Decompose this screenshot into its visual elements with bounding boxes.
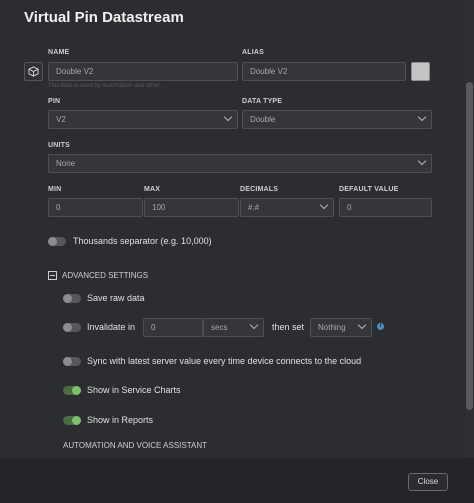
thousands-separator-toggle[interactable]: [48, 237, 66, 246]
cube-icon: [28, 66, 39, 77]
pin-label: PIN: [48, 98, 61, 105]
datastream-dialog: Virtual Pin Datastream NAME ALIAS Double…: [0, 0, 474, 503]
pin-select[interactable]: V2: [48, 110, 238, 129]
max-label: MAX: [144, 186, 161, 193]
dialog-footer: [0, 458, 474, 503]
datastream-icon-button[interactable]: [24, 62, 43, 81]
invalidate-toggle[interactable]: [63, 323, 81, 332]
units-label: UNITS: [48, 142, 70, 149]
automation-heading: AUTOMATION AND VOICE ASSISTANT: [63, 441, 208, 450]
save-raw-data-toggle[interactable]: [63, 294, 81, 303]
chevron-down-icon: [417, 112, 427, 122]
chevron-down-icon: [319, 200, 329, 210]
invalidate-unit-value: secs: [211, 323, 228, 332]
name-input[interactable]: Double V2: [48, 62, 238, 81]
toggle-knob: [72, 386, 81, 395]
alias-input[interactable]: Double V2: [242, 62, 406, 81]
decimals-select[interactable]: #.#: [240, 198, 334, 217]
name-label: NAME: [48, 49, 70, 56]
data-type-label: DATA TYPE: [242, 98, 283, 105]
service-charts-label: Show in Service Charts: [87, 385, 181, 395]
toggle-knob: [48, 237, 57, 246]
info-icon[interactable]: i: [377, 323, 384, 330]
chevron-down-icon: [417, 156, 427, 166]
toggle-knob: [63, 357, 72, 366]
default-value-input[interactable]: 0: [339, 198, 432, 217]
thousands-separator-label: Thousands separator (e.g. 10,000): [73, 236, 212, 246]
units-select-value: None: [56, 159, 76, 168]
then-set-label: then set: [272, 322, 305, 332]
chevron-down-icon: [223, 112, 233, 122]
min-label: MIN: [48, 186, 62, 193]
dialog-title: Virtual Pin Datastream: [24, 9, 184, 26]
then-set-select[interactable]: Nothing: [310, 318, 372, 337]
name-hint: This field is used by Automation and oth…: [48, 83, 167, 89]
chevron-down-icon: [357, 320, 367, 330]
alias-label: ALIAS: [242, 49, 264, 56]
close-button[interactable]: Close: [408, 473, 448, 491]
sync-label: Sync with latest server value every time…: [87, 356, 362, 366]
invalidate-seconds-input[interactable]: 0: [143, 318, 203, 337]
advanced-settings-heading[interactable]: ADVANCED SETTINGS: [62, 271, 148, 280]
data-type-select[interactable]: Double: [242, 110, 432, 129]
data-type-select-value: Double: [250, 115, 276, 124]
toggle-knob: [63, 294, 72, 303]
service-charts-toggle[interactable]: [63, 386, 81, 395]
then-set-value: Nothing: [318, 323, 346, 332]
max-input[interactable]: 100: [144, 198, 239, 217]
pin-select-value: V2: [56, 115, 66, 124]
scrollbar-thumb[interactable]: [466, 82, 473, 410]
collapse-icon[interactable]: [48, 271, 57, 280]
invalidate-label: Invalidate in: [87, 322, 136, 332]
invalidate-unit-select[interactable]: secs: [203, 318, 264, 337]
chevron-down-icon: [249, 320, 259, 330]
toggle-knob: [72, 416, 81, 425]
min-input[interactable]: 0: [48, 198, 143, 217]
sync-toggle[interactable]: [63, 357, 81, 366]
decimals-label: DECIMALS: [240, 186, 279, 193]
reports-toggle[interactable]: [63, 416, 81, 425]
save-raw-data-label: Save raw data: [87, 293, 145, 303]
units-select[interactable]: None: [48, 154, 432, 173]
default-value-label: DEFAULT VALUE: [339, 186, 399, 193]
toggle-knob: [63, 323, 72, 332]
reports-label: Show in Reports: [87, 415, 154, 425]
decimals-select-value: #.#: [248, 203, 260, 212]
color-picker-swatch[interactable]: [411, 62, 430, 81]
